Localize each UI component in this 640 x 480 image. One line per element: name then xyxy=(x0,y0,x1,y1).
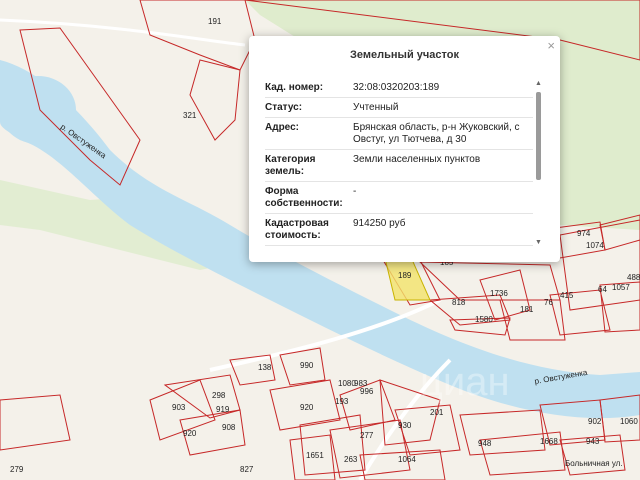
parcel-label: 818 xyxy=(452,298,466,307)
parcel-info-popup: Земельный участок × Кад. номер: 32:08:032… xyxy=(249,36,560,262)
info-value: 32:08:0320203:189 xyxy=(353,82,440,93)
parcel-label: 321 xyxy=(183,111,197,120)
info-value: Земли населенных пунктов xyxy=(353,154,481,165)
info-value: Брянская область, р-н Жуковский, с Овсту… xyxy=(353,122,520,145)
parcel-label: 920 xyxy=(300,403,314,412)
info-key: Кад. номер: xyxy=(265,82,324,93)
info-row: Кад. номер: 32:08:0320203:189 xyxy=(265,78,533,98)
parcel-label: 277 xyxy=(360,431,374,440)
parcel-label: 193 xyxy=(335,397,349,406)
parcel-label: 1668 xyxy=(540,437,558,446)
scroll-up-icon[interactable]: ▲ xyxy=(535,80,542,87)
info-value: - xyxy=(353,186,357,197)
info-key: Кадастровая стоимость: xyxy=(265,218,329,241)
parcel-label: 1057 xyxy=(612,283,630,292)
parcel-label: 181 xyxy=(520,305,534,314)
parcel-label: 488 xyxy=(627,273,640,282)
info-row: Категория земель: Земли населенных пункто… xyxy=(265,150,533,182)
parcel-label: 903 xyxy=(172,403,186,412)
info-key: Адрес: xyxy=(265,122,299,133)
parcel-info-table: Кад. номер: 32:08:0320203:189 Статус: Учтен… xyxy=(265,78,533,246)
parcel-label: 191 xyxy=(208,17,222,26)
parcel-label: 263 xyxy=(344,455,358,464)
parcel-label: 1736 xyxy=(490,289,508,298)
watermark: циан xyxy=(420,360,510,404)
street-label: Больничная ул. xyxy=(565,459,623,468)
parcel-label: 1064 xyxy=(398,455,416,464)
scroll-down-icon[interactable]: ▼ xyxy=(535,239,542,246)
info-key: Категория земель: xyxy=(265,154,316,177)
parcel-label: 279 xyxy=(10,465,24,474)
popup-scrollbar[interactable]: ▲ ▼ xyxy=(535,80,542,246)
parcel-label: 996 xyxy=(360,387,374,396)
parcel-label: 189 xyxy=(398,271,412,280)
parcel-label: 1580 xyxy=(475,315,493,324)
parcel-label: 1060 xyxy=(620,417,638,426)
parcel-label: 76 xyxy=(544,298,553,307)
info-value: Учтенный xyxy=(353,102,399,113)
parcel-label: 201 xyxy=(430,408,444,417)
parcel-label: 138 xyxy=(258,363,272,372)
parcel-label: 943 xyxy=(586,437,600,446)
parcel-label: 919 xyxy=(216,405,230,414)
parcel-label: 827 xyxy=(240,465,254,474)
parcel-label: 415 xyxy=(560,291,574,300)
parcel-label: 974 xyxy=(577,229,591,238)
info-row: Адрес: Брянская область, р-н Жуковский, с… xyxy=(265,118,533,150)
parcel-label: 64 xyxy=(598,285,607,294)
parcel-label: 908 xyxy=(222,423,236,432)
parcel-label: 298 xyxy=(212,391,226,400)
info-row: Статус: Учтенный xyxy=(265,98,533,118)
parcel-label: 990 xyxy=(300,361,314,370)
parcel-label: 902 xyxy=(588,417,602,426)
info-row: Форма собственности: - xyxy=(265,182,533,214)
info-value: 914250 руб xyxy=(353,218,406,229)
parcel-label: 930 xyxy=(398,421,412,430)
lake xyxy=(0,76,76,144)
scrollbar-thumb[interactable] xyxy=(536,92,541,180)
popup-title: Земельный участок xyxy=(350,49,459,61)
info-key: Форма собственности: xyxy=(265,186,343,209)
parcel-label: 1651 xyxy=(306,451,324,460)
close-icon[interactable]: × xyxy=(547,39,555,52)
info-key: Статус: xyxy=(265,102,303,113)
parcel-label: 948 xyxy=(478,439,492,448)
info-row: Кадастровая стоимость: 914250 руб xyxy=(265,214,533,246)
parcel-label: 1074 xyxy=(586,241,604,250)
parcel-label: 920 xyxy=(183,429,197,438)
